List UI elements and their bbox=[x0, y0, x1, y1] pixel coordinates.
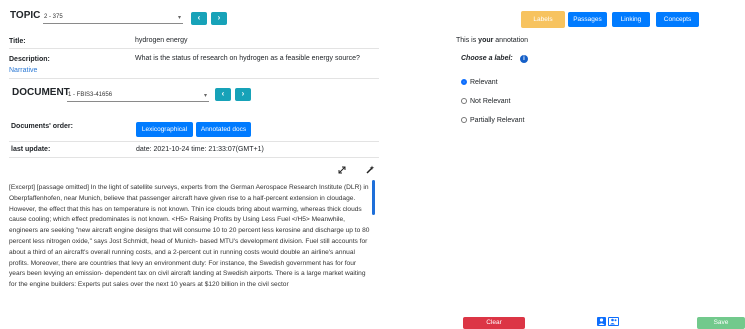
radio-button[interactable] bbox=[461, 98, 467, 104]
document-text: [Excerpt] [passage omitted] In the light… bbox=[9, 184, 370, 289]
radio-button-checked[interactable] bbox=[461, 79, 467, 85]
magic-wand-icon[interactable] bbox=[366, 165, 375, 174]
topic-select-value: 2 - 375 bbox=[44, 14, 63, 20]
lexicographical-button[interactable]: Lexicographical bbox=[136, 122, 193, 137]
user-icon[interactable] bbox=[597, 317, 606, 326]
chevron-down-icon: ▾ bbox=[203, 93, 207, 99]
description-label: Description: bbox=[9, 56, 50, 63]
choose-label-heading: Choose a label: bbox=[461, 55, 513, 62]
users-icon[interactable] bbox=[608, 317, 619, 326]
topic-next-button[interactable]: › bbox=[211, 12, 227, 25]
radio-partially-relevant[interactable]: Partially Relevant bbox=[461, 117, 524, 124]
chevron-down-icon: ▾ bbox=[177, 15, 181, 21]
annotation-intro: This is your annotation bbox=[456, 37, 528, 44]
document-select[interactable]: 1 - FBIS3-41656 ▾ bbox=[67, 90, 209, 102]
title-value: hydrogen energy bbox=[135, 37, 188, 44]
linking-tab-button[interactable]: Linking bbox=[612, 12, 650, 27]
document-prev-button[interactable]: ‹ bbox=[215, 88, 231, 101]
last-update-label: last update: bbox=[11, 146, 51, 153]
document-next-button[interactable]: › bbox=[235, 88, 251, 101]
radio-not-relevant[interactable]: Not Relevant bbox=[461, 98, 510, 105]
topic-prev-button[interactable]: ‹ bbox=[191, 12, 207, 25]
last-update-value: date: 2021-10-24 time: 21:33:07(GMT+1) bbox=[136, 146, 264, 153]
expand-icon[interactable] bbox=[338, 166, 346, 174]
divider bbox=[9, 78, 379, 79]
document-select-value: 1 - FBIS3-41656 bbox=[68, 92, 113, 98]
annotated-docs-button[interactable]: Annotated docs bbox=[196, 122, 251, 137]
narrative-link[interactable]: Narrative bbox=[9, 67, 37, 74]
topic-heading: TOPIC bbox=[10, 10, 41, 21]
radio-button[interactable] bbox=[461, 117, 467, 123]
documents-order-label: Documents' order: bbox=[11, 123, 73, 130]
passages-tab-button[interactable]: Passages bbox=[568, 12, 607, 27]
divider bbox=[9, 48, 379, 49]
document-scrollbar[interactable] bbox=[372, 180, 375, 215]
description-value: What is the status of research on hydrog… bbox=[135, 55, 360, 62]
title-label: Title: bbox=[9, 38, 26, 45]
info-icon[interactable]: i bbox=[520, 55, 528, 63]
labels-tab-button[interactable]: Labels bbox=[521, 11, 565, 28]
clear-button[interactable]: Clear bbox=[463, 317, 525, 329]
concepts-tab-button[interactable]: Concepts bbox=[656, 12, 699, 27]
topic-select[interactable]: 2 - 375 ▾ bbox=[43, 12, 183, 24]
divider bbox=[9, 141, 379, 142]
document-heading: DOCUMENT bbox=[12, 87, 70, 98]
divider bbox=[9, 157, 379, 158]
save-button[interactable]: Save bbox=[697, 317, 745, 329]
radio-relevant[interactable]: Relevant bbox=[461, 79, 498, 86]
